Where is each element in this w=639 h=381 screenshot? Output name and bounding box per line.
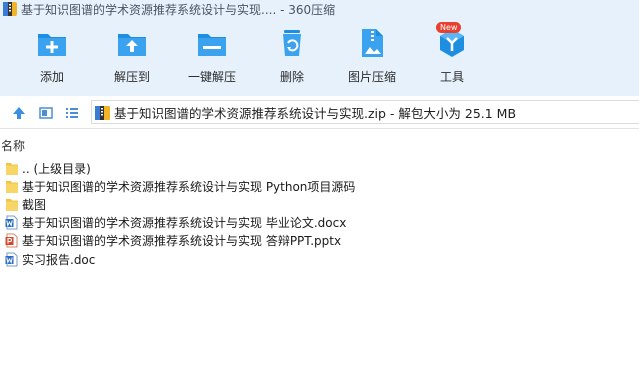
add-button[interactable]: 添加 [14,26,90,88]
column-header-name[interactable]: 名称 [0,137,25,155]
toolbar: 添加 解压到 一键解压 删除 图片压缩 New 工具 [0,22,639,90]
file-name: 基于知识图谱的学术资源推荐系统设计与实现 Python项目源码 [22,179,356,194]
list-item[interactable]: 基于知识图谱的学术资源推荐系统设计与实现 Python项目源码 [0,177,639,195]
thumbnail-view-icon[interactable] [38,105,54,121]
title-bar: 基于知识图谱的学术资源推荐系统设计与实现.... - 360压缩 [0,0,335,18]
app-logo-icon [3,2,17,16]
window-title: 基于知识图谱的学术资源推荐系统设计与实现.... - 360压缩 [21,2,336,17]
address-bar: 基于知识图谱的学术资源推荐系统设计与实现.zip - 解包大小为 25.1 MB [0,96,639,129]
image-compress-button[interactable]: 图片压缩 [334,26,410,88]
one-click-extract-button[interactable]: 一键解压 [174,26,250,88]
list-item[interactable]: 截图 [0,195,639,213]
list-item[interactable]: 基于知识图谱的学术资源推荐系统设计与实现 答辩PPT.pptx [0,232,639,250]
extract-to-label: 解压到 [113,70,150,84]
top-area: 基于知识图谱的学术资源推荐系统设计与实现.... - 360压缩 添加 解压到 [0,0,639,96]
folder-icon [6,162,18,175]
image-compress-icon [362,29,383,57]
file-name: 实习报告.doc [22,252,96,267]
folder-icon [6,180,18,193]
extract-to-button[interactable]: 解压到 [94,26,170,88]
tools-label: 工具 [439,70,464,84]
file-list: .. (上级目录) 基于知识图谱的学术资源推荐系统设计与实现 Python项目源… [0,159,639,268]
word-document-icon [5,252,18,267]
list-item[interactable]: 基于知识图谱的学术资源推荐系统设计与实现 毕业论文.docx [0,214,639,232]
tools-button[interactable]: New 工具 [414,22,490,88]
delete-label: 删除 [279,70,304,84]
list-item[interactable]: 实习报告.doc [0,250,639,268]
delete-button[interactable]: 删除 [254,26,330,88]
word-document-icon [5,215,18,230]
extract-to-icon [118,34,146,56]
file-name: 截图 [22,197,47,212]
up-arrow-icon[interactable] [11,105,27,121]
one-click-extract-label: 一键解压 [187,70,236,84]
delete-icon [283,30,301,56]
path-field[interactable]: 基于知识图谱的学术资源推荐系统设计与实现.zip - 解包大小为 25.1 MB [91,100,639,124]
path-text: 基于知识图谱的学术资源推荐系统设计与实现.zip - 解包大小为 25.1 MB [114,105,517,121]
image-compress-label: 图片压缩 [347,70,396,84]
zip-archive-icon [95,105,110,120]
powerpoint-icon [5,233,18,248]
file-name: .. (上级目录) [22,161,91,176]
folder-icon [6,198,18,211]
add-icon [38,34,66,56]
one-click-extract-icon [198,34,226,56]
list-view-icon[interactable] [64,105,80,121]
add-label: 添加 [39,70,64,84]
file-name: 基于知识图谱的学术资源推荐系统设计与实现 毕业论文.docx [22,216,347,231]
file-name: 基于知识图谱的学术资源推荐系统设计与实现 答辩PPT.pptx [22,234,342,249]
new-badge: New [436,22,462,33]
list-item[interactable]: .. (上级目录) [0,159,639,177]
